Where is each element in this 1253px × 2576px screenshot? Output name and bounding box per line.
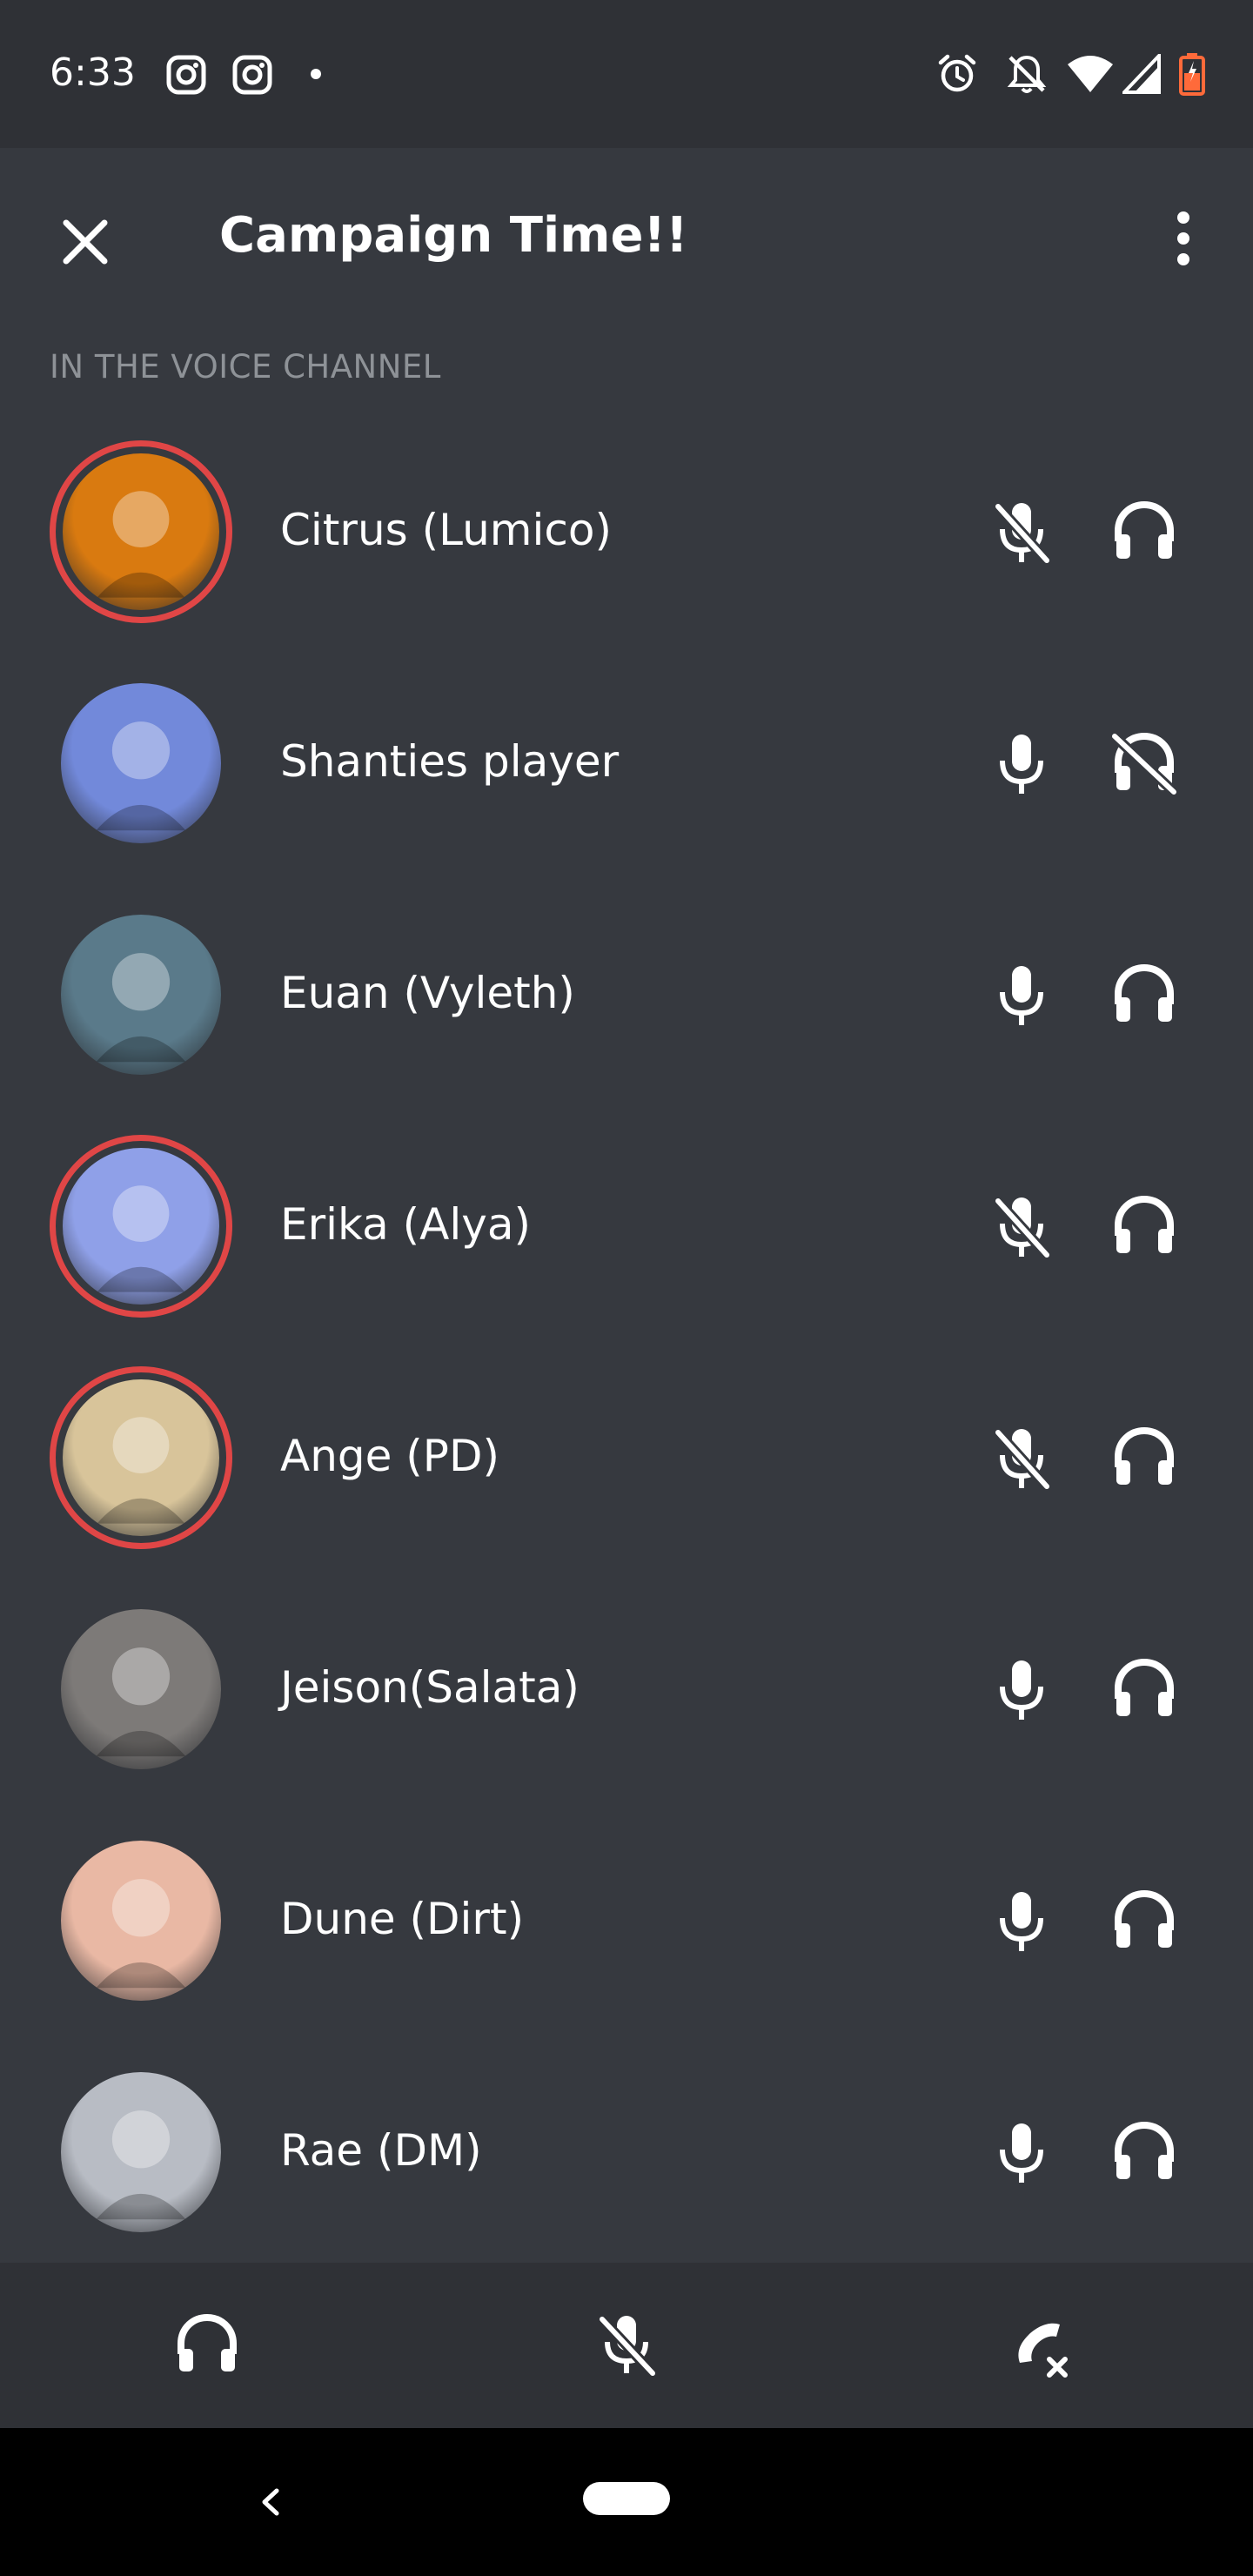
alarm-icon xyxy=(935,52,979,96)
deafen-button[interactable] xyxy=(172,2311,242,2380)
avatar[interactable] xyxy=(61,1609,221,1769)
member-row[interactable]: Dune (Dirt) xyxy=(0,1805,1253,2036)
member-name: Shanties player xyxy=(280,736,620,787)
avatar[interactable] xyxy=(61,1841,221,2001)
headphones-icon xyxy=(1109,2120,1179,2184)
mic-muted-icon xyxy=(989,1194,1054,1258)
member-row[interactable]: Euan (Vyleth) xyxy=(0,879,1253,1110)
member-row[interactable]: Shanties player xyxy=(0,647,1253,879)
speaking-indicator xyxy=(50,440,232,623)
mic-icon xyxy=(989,1657,1054,1721)
header: Campaign Time!! xyxy=(0,148,1253,322)
member-name: Dune (Dirt) xyxy=(280,1894,525,1944)
avatar-container xyxy=(50,1598,232,1781)
headphones-deafened-icon xyxy=(1109,731,1179,795)
back-button[interactable] xyxy=(252,2472,287,2532)
signal-icon xyxy=(1122,54,1161,94)
close-button[interactable] xyxy=(54,211,117,273)
member-name: Ange (PD) xyxy=(280,1431,499,1481)
more-options-button[interactable] xyxy=(1157,204,1209,273)
member-name: Jeison(Salata) xyxy=(280,1662,580,1713)
notifications-off-icon xyxy=(1005,52,1049,96)
disconnect-call-icon xyxy=(1018,2323,1068,2378)
member-row[interactable]: Rae (DM) xyxy=(0,2036,1253,2268)
system-nav-bar xyxy=(0,2428,1253,2576)
back-icon xyxy=(262,2488,279,2516)
mic-muted-icon xyxy=(989,1426,1054,1490)
member-name: Rae (DM) xyxy=(280,2125,482,2176)
status-time: 6:33 xyxy=(50,50,136,95)
call-controls-bar xyxy=(0,2263,1253,2428)
instagram-icon xyxy=(231,54,273,96)
instagram-icon xyxy=(165,54,207,96)
headphones-icon xyxy=(1109,963,1179,1027)
avatar-container xyxy=(50,1829,232,2012)
notification-dot-icon xyxy=(310,68,322,80)
battery-icon xyxy=(1179,52,1205,96)
headphones-icon xyxy=(1109,1888,1179,1953)
page-title: Campaign Time!! xyxy=(219,207,688,264)
member-row[interactable]: Erika (Alya) xyxy=(0,1110,1253,1342)
section-label: IN THE VOICE CHANNEL xyxy=(50,348,441,386)
headphones-icon xyxy=(1109,1426,1179,1490)
headphones-icon xyxy=(1109,1194,1179,1258)
more-vertical-icon xyxy=(1177,211,1189,265)
close-icon xyxy=(63,219,108,265)
member-name: Citrus (Lumico) xyxy=(280,505,612,555)
avatar[interactable] xyxy=(63,1379,219,1536)
avatar-container xyxy=(50,2061,232,2244)
member-name: Erika (Alya) xyxy=(280,1199,531,1250)
status-bar: 6:33 xyxy=(0,0,1253,148)
home-pill[interactable] xyxy=(583,2482,670,2515)
avatar[interactable] xyxy=(61,915,221,1075)
mic-icon xyxy=(989,2120,1054,2184)
avatar[interactable] xyxy=(63,1148,219,1305)
headphones-icon xyxy=(1109,1657,1179,1721)
wifi-icon xyxy=(1066,54,1115,94)
disconnect-button[interactable] xyxy=(1009,2311,1079,2380)
avatar-container xyxy=(50,672,232,855)
mic-icon xyxy=(989,731,1054,795)
avatar[interactable] xyxy=(63,453,219,610)
mic-muted-icon xyxy=(598,2315,657,2378)
speaking-indicator xyxy=(50,1135,232,1318)
member-row[interactable]: Jeison(Salata) xyxy=(0,1573,1253,1805)
mic-icon xyxy=(989,1888,1054,1953)
avatar[interactable] xyxy=(61,683,221,843)
speaking-indicator xyxy=(50,1366,232,1549)
mic-muted-icon xyxy=(989,500,1054,564)
member-name: Euan (Vyleth) xyxy=(280,968,575,1018)
avatar[interactable] xyxy=(61,2072,221,2232)
member-row[interactable]: Ange (PD) xyxy=(0,1342,1253,1573)
headphones-icon xyxy=(1109,500,1179,564)
avatar-container xyxy=(50,903,232,1086)
member-row[interactable]: Citrus (Lumico) xyxy=(0,416,1253,647)
mute-button[interactable] xyxy=(592,2311,661,2380)
headphones-icon xyxy=(178,2313,237,2371)
mic-icon xyxy=(989,963,1054,1027)
